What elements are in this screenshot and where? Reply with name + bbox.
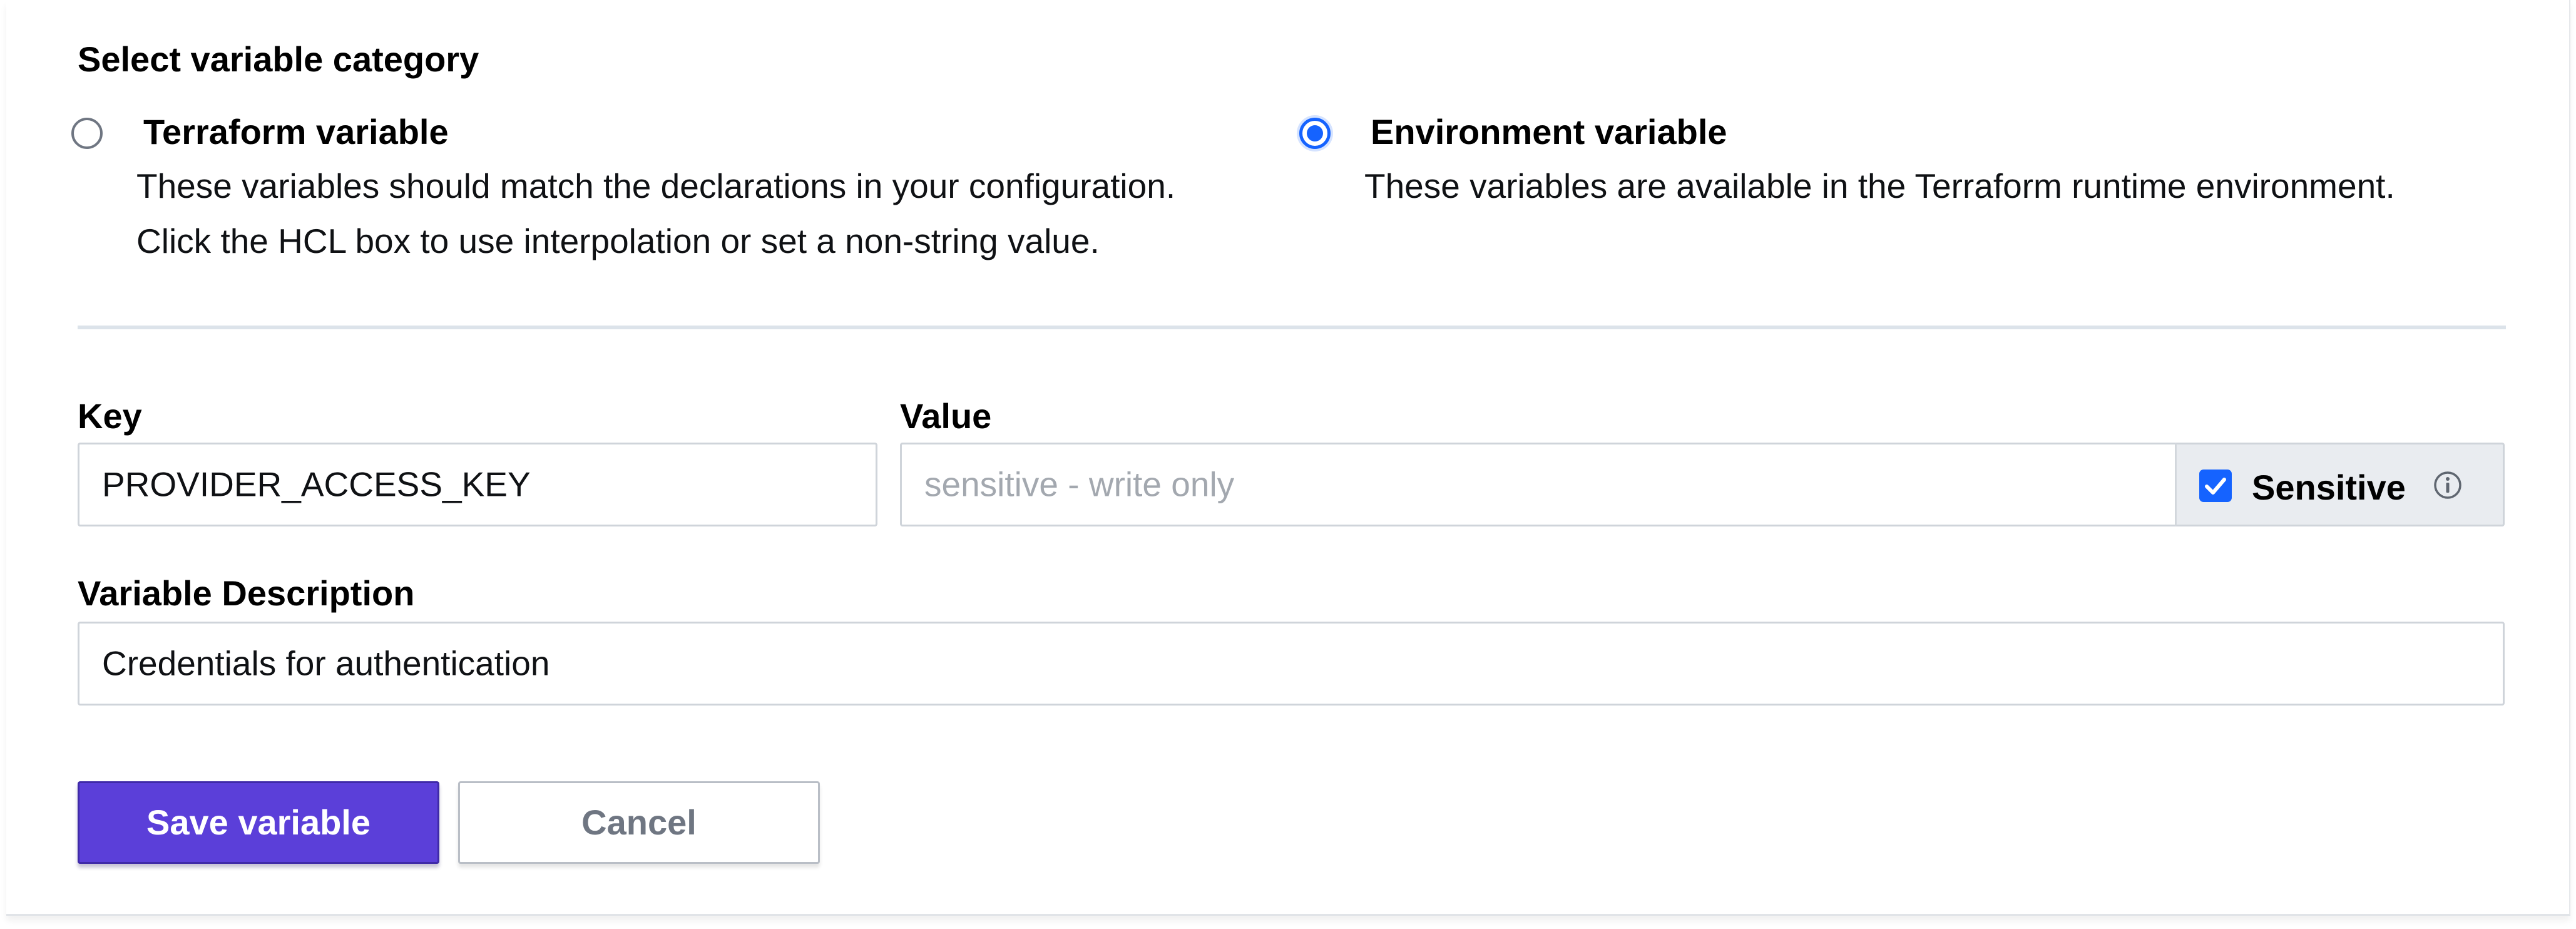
option-title-environment: Environment variable [1371,112,1727,151]
option-title-terraform: Terraform variable [143,112,449,151]
description-label: Variable Description [78,573,415,613]
cancel-button[interactable]: Cancel [458,781,820,864]
key-label: Key [78,396,142,436]
description-input[interactable]: Credentials for authentication [78,622,2505,706]
sensitive-toggle[interactable]: Sensitive [2175,443,2505,526]
sensitive-checkbox[interactable] [2199,470,2232,502]
description-input-value: Credentials for authentication [102,644,550,683]
value-input-placeholder: sensitive - write only [924,464,1235,504]
category-title: Select variable category [78,39,479,79]
key-input-value: PROVIDER_ACCESS_KEY [102,464,531,504]
key-input[interactable]: PROVIDER_ACCESS_KEY [78,443,877,526]
option-desc-terraform-line1: These variables should match the declara… [136,167,1176,205]
variable-form-card: Select variable category Terraform varia… [6,0,2570,916]
radio-environment-variable[interactable] [1299,118,1331,149]
value-input[interactable]: sensitive - write only [900,443,2177,526]
checkmark-icon [2205,478,2226,495]
option-desc-terraform-line2: Click the HCL box to use interpolation o… [136,222,1100,260]
value-label: Value [900,396,992,436]
save-variable-button[interactable]: Save variable [78,781,439,864]
sensitive-label: Sensitive [2252,468,2406,507]
radio-terraform-variable[interactable] [71,118,103,149]
option-desc-environment: These variables are available in the Ter… [1364,167,2395,205]
section-divider [78,326,2506,329]
info-icon[interactable] [2432,470,2463,501]
